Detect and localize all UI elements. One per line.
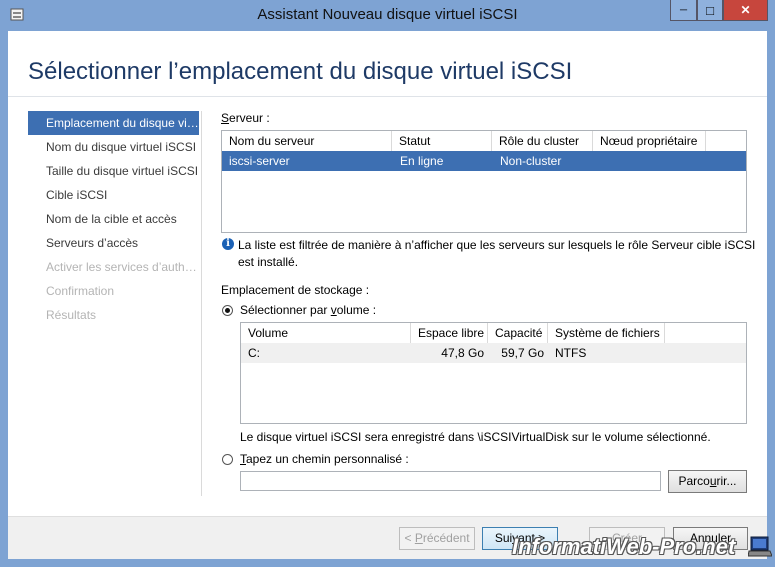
col-header-capacity[interactable]: Capacité xyxy=(488,323,548,343)
table-row[interactable]: iscsi-server En ligne Non-cluster xyxy=(222,151,746,171)
browse-text-end: rir... xyxy=(716,474,737,488)
previous-button[interactable]: < Précédent xyxy=(399,527,475,550)
maximize-button[interactable]: □ xyxy=(697,0,723,21)
custom-path-input[interactable] xyxy=(240,471,661,491)
browse-button[interactable]: Parcourir... xyxy=(668,470,747,493)
volume-cell: C: xyxy=(248,346,260,360)
nav-step-taille-disque[interactable]: Taille du disque virtuel iSCSI xyxy=(28,159,199,183)
info-icon: i xyxy=(222,238,234,250)
radio-select-by-volume[interactable] xyxy=(222,305,233,316)
minimize-icon: ─ xyxy=(679,4,688,16)
nav-step-label: Activer les services d’authentification xyxy=(46,260,199,274)
col-header-cluster-role[interactable]: Rôle du cluster xyxy=(492,131,593,151)
nav-step-authentification: Activer les services d’authentification xyxy=(28,255,199,279)
nav-step-serveurs-acces[interactable]: Serveurs d’accès xyxy=(28,231,199,255)
minimize-button[interactable]: ─ xyxy=(670,0,697,21)
nav-step-label: Cible iSCSI xyxy=(46,188,108,202)
server-label-accel: S xyxy=(221,111,230,125)
close-icon: ✕ xyxy=(740,3,751,17)
next-text: Sui xyxy=(494,531,513,545)
watermark-laptop-icon xyxy=(747,536,773,561)
radio-selected-dot xyxy=(225,308,230,313)
nav-step-label: Confirmation xyxy=(46,284,115,298)
header-divider xyxy=(8,96,767,97)
nav-divider xyxy=(201,111,202,496)
nav-step-nom-disque[interactable]: Nom du disque virtuel iSCSI xyxy=(28,135,199,159)
nav-step-nom-cible[interactable]: Nom de la cible et accès xyxy=(28,207,199,231)
col-header-status[interactable]: Statut xyxy=(392,131,492,151)
nav-step-resultats: Résultats xyxy=(28,303,199,327)
previous-text-end: récédent xyxy=(422,531,470,545)
volume-table[interactable]: Volume Espace libre Capacité Système de … xyxy=(240,322,747,424)
filesystem-cell: NTFS xyxy=(555,346,587,360)
server-filter-info: La liste est filtrée de manière à n’affi… xyxy=(238,237,755,271)
title-bar[interactable]: Assistant Nouveau disque virtuel iSCSI ─… xyxy=(0,0,775,31)
nav-step-emplacement[interactable]: Emplacement du disque virtuel iSCSI xyxy=(28,111,199,135)
nav-step-confirmation: Confirmation xyxy=(28,279,199,303)
server-filter-info-line1: La liste est filtrée de manière à n’affi… xyxy=(238,238,756,252)
capacity-cell: 59,7 Go xyxy=(501,346,544,360)
watermark-text: InformatiWeb-Pro.net xyxy=(512,534,736,559)
nav-step-label: Nom du disque virtuel iSCSI xyxy=(46,140,197,154)
window-title: Assistant Nouveau disque virtuel iSCSI xyxy=(257,6,518,23)
col-header-volume[interactable]: Volume xyxy=(241,323,411,343)
nav-step-label: Résultats xyxy=(46,308,97,322)
server-label: Serveur : xyxy=(221,111,270,125)
page-title: Sélectionner l’emplacement du disque vir… xyxy=(28,58,573,85)
nav-step-label: Nom de la cible et accès xyxy=(46,212,177,226)
nav-step-label: Serveurs d’accès xyxy=(46,236,139,250)
free-space-cell: 47,8 Go xyxy=(441,346,484,360)
save-location-note: Le disque virtuel iSCSI sera enregistré … xyxy=(240,430,711,444)
previous-text: < xyxy=(404,531,415,545)
by-volume-text-end: olume : xyxy=(336,303,377,317)
col-header-owner-node[interactable]: Nœud propriétaire xyxy=(593,131,706,151)
custom-path-text: apez un chemin personnalisé : xyxy=(246,452,409,466)
server-name-cell: iscsi-server xyxy=(229,154,290,168)
select-by-volume-label[interactable]: Sélectionner par volume : xyxy=(240,303,376,317)
col-header-free-space[interactable]: Espace libre xyxy=(411,323,488,343)
radio-custom-path[interactable] xyxy=(222,454,233,465)
server-label-text: erveur : xyxy=(229,111,270,125)
storage-location-label: Emplacement de stockage : xyxy=(221,283,370,297)
custom-path-label[interactable]: Tapez un chemin personnalisé : xyxy=(240,452,409,466)
maximize-icon: □ xyxy=(706,2,714,18)
browse-accel: u xyxy=(709,474,717,488)
table-row[interactable]: C: 47,8 Go 59,7 Go NTFS xyxy=(241,343,746,363)
server-role-cell: Non-cluster xyxy=(500,154,562,168)
col-header-server-name[interactable]: Nom du serveur xyxy=(222,131,392,151)
nav-step-label: Emplacement du disque virtuel iSCSI xyxy=(46,116,199,130)
nav-step-label: Taille du disque virtuel iSCSI xyxy=(46,164,199,178)
by-volume-text: Sélectionner par xyxy=(240,303,331,317)
server-table[interactable]: Nom du serveur Statut Rôle du cluster Nœ… xyxy=(221,130,747,233)
previous-accel: P xyxy=(414,531,423,545)
browse-text: Parco xyxy=(678,474,710,488)
col-header-filesystem[interactable]: Système de fichiers xyxy=(548,323,665,343)
server-filter-info-line2: est installé. xyxy=(238,255,299,269)
nav-step-cible[interactable]: Cible iSCSI xyxy=(28,183,199,207)
close-button[interactable]: ✕ xyxy=(723,0,768,21)
server-status-cell: En ligne xyxy=(400,154,444,168)
